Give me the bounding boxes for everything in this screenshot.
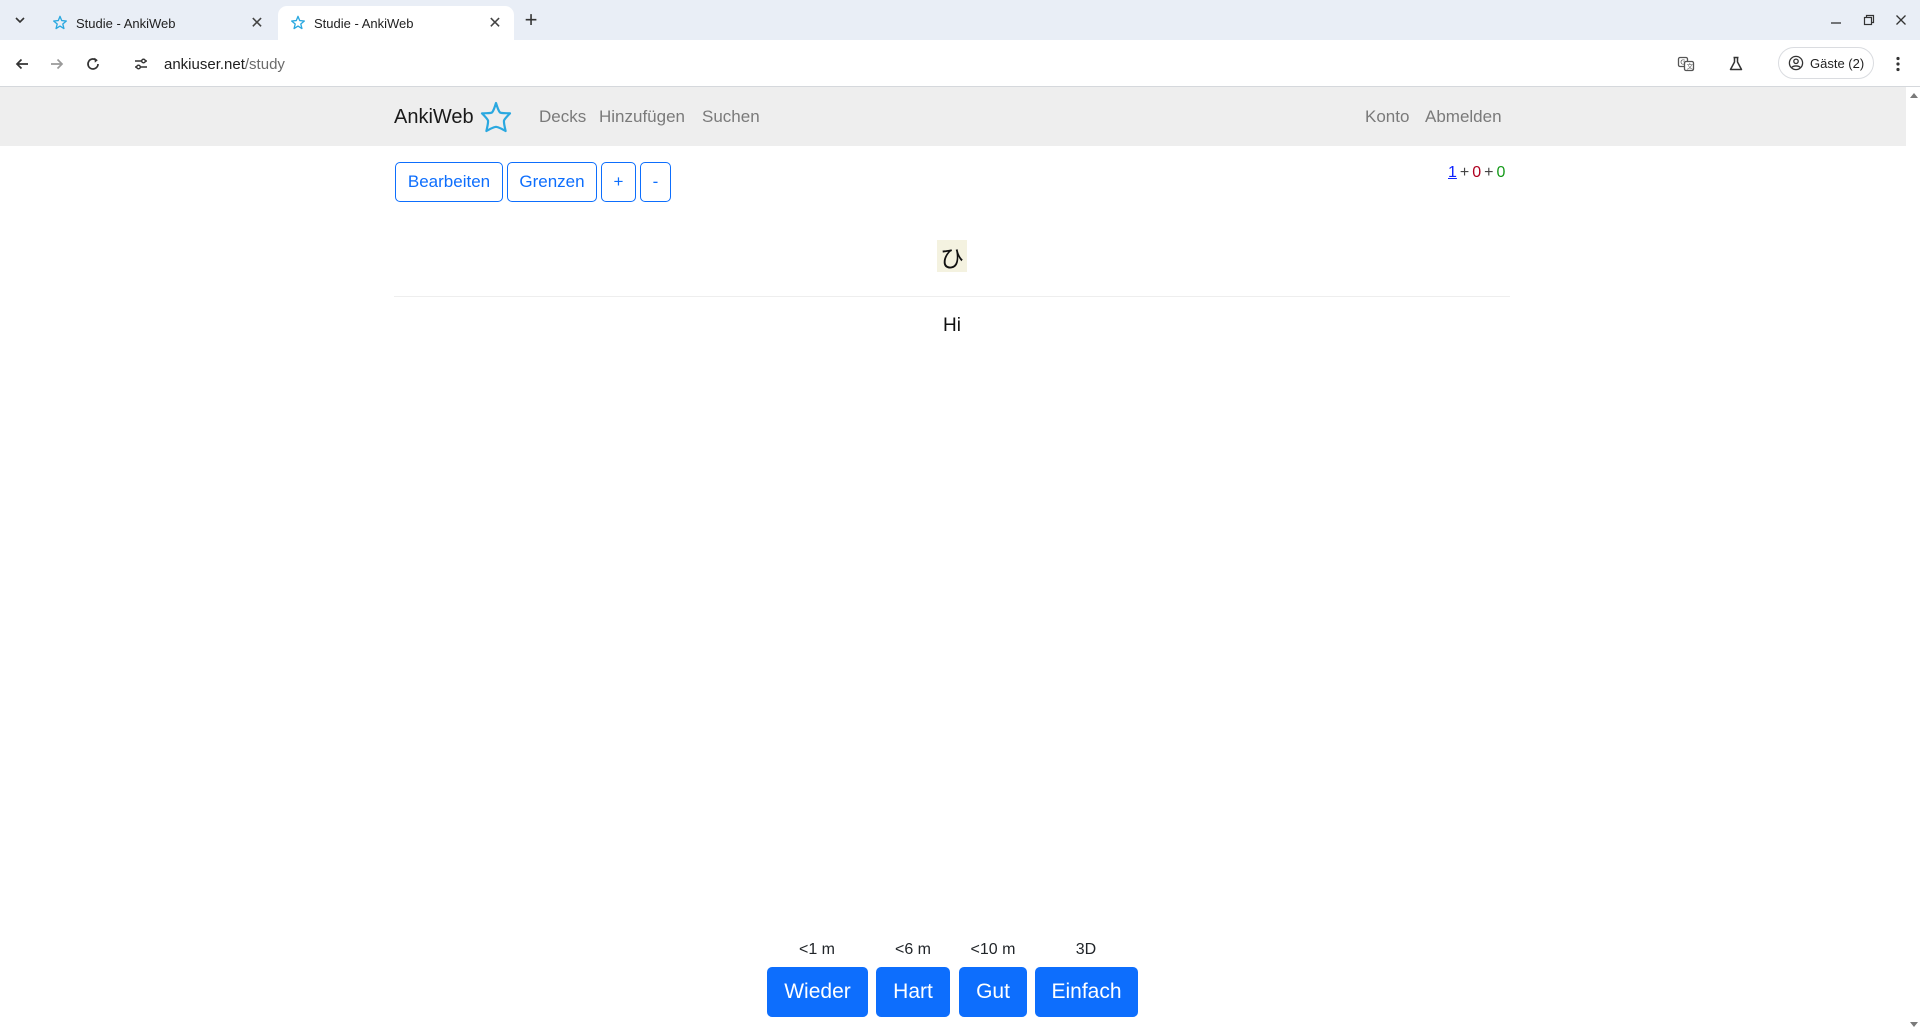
plus-sign: +: [1484, 164, 1494, 181]
browser-toolbar: ankiuser.net/study G文 Gäste (2): [0, 40, 1920, 87]
restore-icon[interactable]: [1855, 6, 1883, 34]
plus-sign: +: [1459, 164, 1470, 181]
tab-list-icon[interactable]: [9, 9, 31, 31]
interval-good: <10 m: [970, 941, 1016, 958]
nav-add[interactable]: Hinzufügen: [599, 107, 685, 127]
again-button[interactable]: Wieder: [767, 967, 868, 1017]
ankiweb-navbar: AnkiWeb Decks Hinzufügen Suchen Konto Ab…: [0, 87, 1906, 146]
nav-logout[interactable]: Abmelden: [1425, 107, 1502, 127]
profile-button[interactable]: Gäste (2): [1778, 47, 1874, 79]
back-icon[interactable]: [8, 50, 36, 78]
scroll-up-icon[interactable]: [1910, 93, 1918, 98]
ankiweb-favicon-icon: [53, 15, 67, 30]
close-icon[interactable]: ✕: [486, 14, 504, 32]
good-button[interactable]: Gut: [959, 967, 1027, 1017]
translate-icon[interactable]: G文: [1672, 50, 1700, 78]
address-bar[interactable]: ankiuser.net/study: [124, 46, 1684, 82]
hard-button[interactable]: Hart: [876, 967, 950, 1017]
close-icon[interactable]: ✕: [248, 14, 266, 32]
new-tab-icon[interactable]: +: [519, 7, 543, 32]
easy-button[interactable]: Einfach: [1035, 967, 1138, 1017]
edit-button[interactable]: Bearbeiten: [395, 162, 503, 202]
due-counts: 1 + 0 + 0: [1448, 164, 1505, 182]
limits-button[interactable]: Grenzen: [507, 162, 597, 202]
card-front: ひ: [937, 240, 967, 273]
nav-account[interactable]: Konto: [1365, 107, 1409, 127]
review-count: 0: [1496, 164, 1506, 181]
window-close-icon[interactable]: [1887, 6, 1915, 34]
url-host: ankiuser.net: [164, 55, 245, 73]
card-back: Hi: [943, 315, 961, 336]
menu-icon[interactable]: [1886, 50, 1910, 78]
page-content: AnkiWeb Decks Hinzufügen Suchen Konto Ab…: [0, 87, 1906, 1032]
profile-label: Gäste (2): [1810, 55, 1865, 71]
interval-again: <1 m: [798, 941, 835, 958]
anki-star-icon: [480, 101, 511, 133]
url-text: ankiuser.net/study: [164, 56, 285, 73]
labs-icon[interactable]: [1722, 50, 1750, 78]
svg-text:文: 文: [1687, 62, 1694, 71]
page-scrollbar[interactable]: [1906, 87, 1920, 1032]
decrease-button[interactable]: -: [640, 162, 671, 202]
tab-studie-1[interactable]: Studie - AnkiWeb ✕: [40, 6, 276, 40]
minimize-icon[interactable]: [1822, 6, 1850, 34]
answer-divider: [394, 296, 1510, 297]
brand[interactable]: AnkiWeb: [394, 101, 512, 133]
new-count[interactable]: 1: [1448, 164, 1457, 182]
tab-title: Studie - AnkiWeb: [314, 15, 414, 31]
svg-text:G: G: [1680, 59, 1685, 67]
tab-title: Studie - AnkiWeb: [76, 15, 176, 31]
nav-search[interactable]: Suchen: [702, 107, 760, 127]
url-path: /study: [244, 55, 285, 73]
tab-studie-2[interactable]: Studie - AnkiWeb ✕: [278, 6, 514, 40]
brand-name: AnkiWeb: [394, 105, 474, 128]
profile-icon: [1788, 55, 1804, 71]
ankiweb-favicon-icon: [291, 15, 305, 30]
learn-count: 0: [1472, 164, 1482, 181]
interval-easy: 3D: [1075, 941, 1097, 958]
forward-icon[interactable]: [43, 50, 71, 78]
increase-button[interactable]: +: [601, 162, 636, 202]
tab-strip: Studie - AnkiWeb ✕ Studie - AnkiWeb ✕ +: [0, 0, 1920, 40]
nav-decks[interactable]: Decks: [539, 107, 586, 127]
site-info-icon[interactable]: [128, 51, 154, 77]
reload-icon[interactable]: [79, 50, 107, 78]
scroll-down-icon[interactable]: [1910, 1022, 1918, 1027]
